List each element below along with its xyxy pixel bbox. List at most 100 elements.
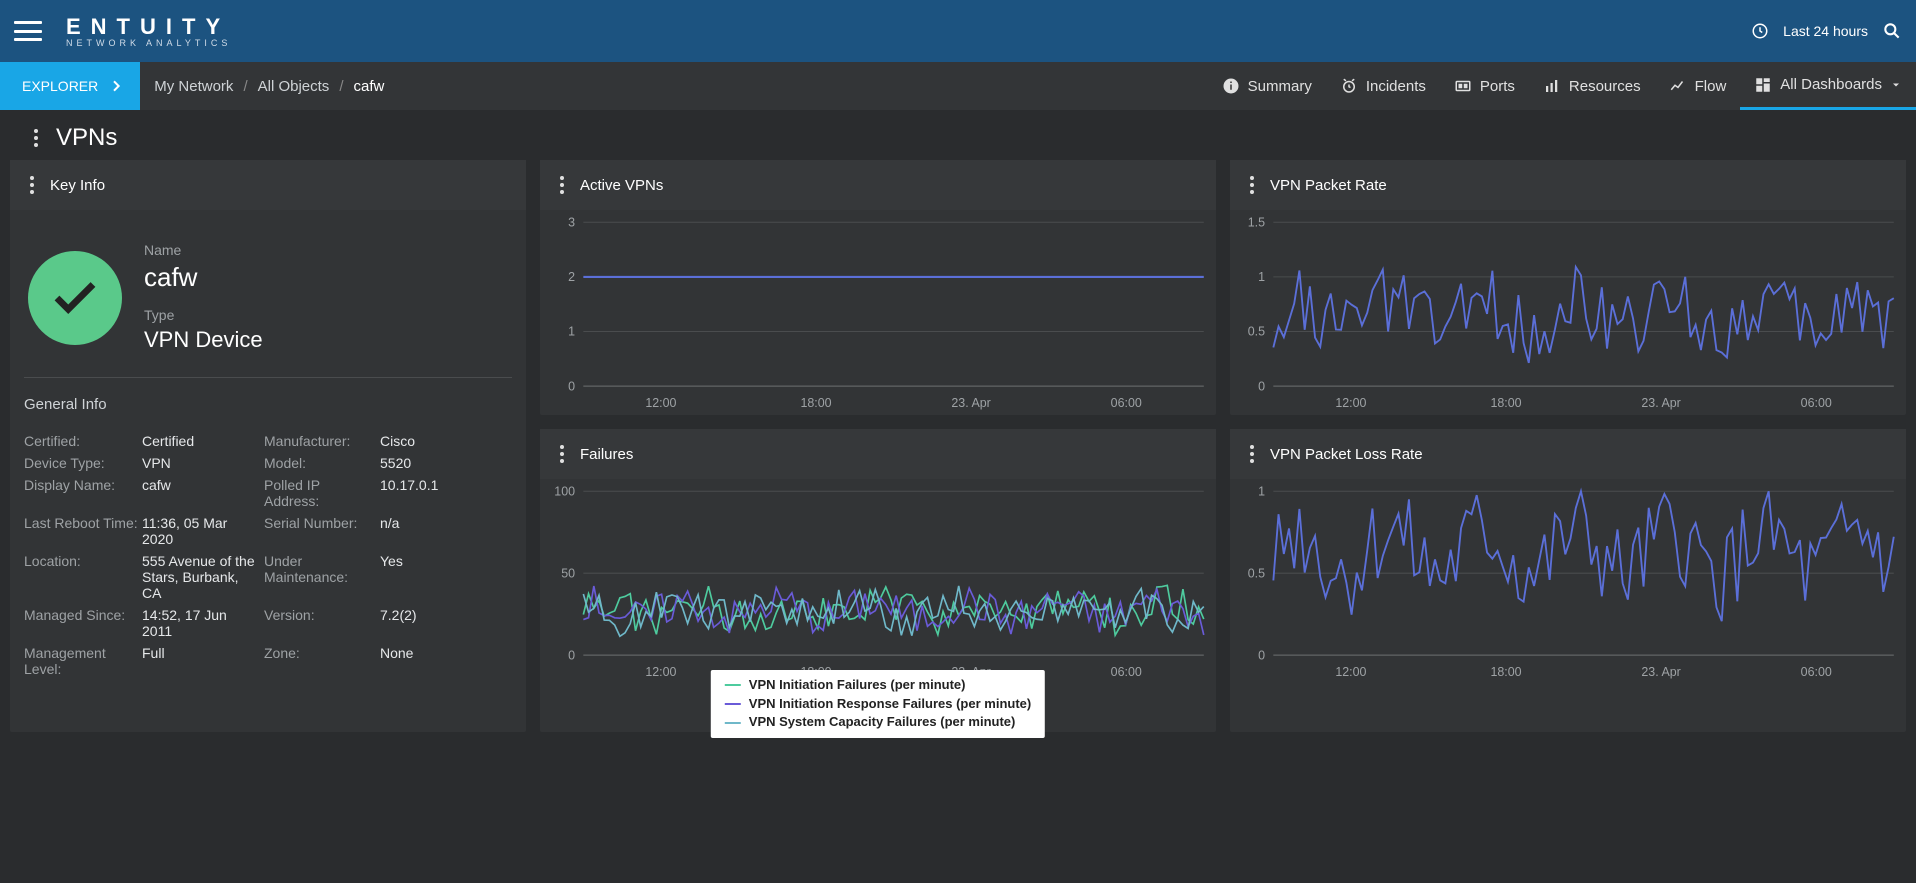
svg-text:18:00: 18:00 <box>1490 665 1521 679</box>
svg-text:23. Apr: 23. Apr <box>1641 396 1680 410</box>
info-key: Zone: <box>264 645 376 677</box>
card-title: VPN Packet Loss Rate <box>1270 446 1423 463</box>
card-menu-icon[interactable] <box>1246 441 1258 467</box>
breadcrumb-separator: / <box>243 78 247 95</box>
svg-text:23. Apr: 23. Apr <box>951 396 990 410</box>
general-info-grid: Certified: Certified Manufacturer: Cisco… <box>24 433 512 677</box>
tab-incidents[interactable]: Incidents <box>1326 62 1440 110</box>
active-vpns-chart: 012312:0018:0023. Apr06:00 <box>540 210 1216 415</box>
info-key: Version: <box>264 607 376 639</box>
info-key: Serial Number: <box>264 515 376 547</box>
page-menu-icon[interactable] <box>30 125 42 151</box>
info-value: 5520 <box>380 455 512 471</box>
status-ok-icon <box>28 251 122 345</box>
tab-label: Resources <box>1569 78 1641 95</box>
key-info-card: Key Info Name cafw Type VPN Device Gener… <box>10 160 526 732</box>
svg-text:06:00: 06:00 <box>1111 665 1142 679</box>
page-title-row: VPNs <box>0 110 1916 160</box>
general-info-heading: General Info <box>24 396 512 413</box>
chevron-right-icon <box>108 78 124 94</box>
info-value: 14:52, 17 Jun 2011 <box>142 607 260 639</box>
failures-card: Failures 05010012:0018:0023. Apr06:00VPN… <box>540 429 1216 732</box>
info-value: Full <box>142 645 260 677</box>
svg-text:0: 0 <box>1258 648 1265 662</box>
type-label: Type <box>144 307 263 323</box>
info-key: Under Maintenance: <box>264 553 376 601</box>
vpn-packet-loss-chart: 00.5112:0018:0023. Apr06:00 <box>1230 479 1906 684</box>
info-value: n/a <box>380 515 512 547</box>
failures-chart: 05010012:0018:0023. Apr06:00VPN Initiati… <box>540 479 1216 732</box>
info-key: Polled IP Address: <box>264 477 376 509</box>
vpn-packet-rate-chart: 00.511.512:0018:0023. Apr06:00 <box>1230 210 1906 415</box>
svg-text:50: 50 <box>561 566 575 580</box>
time-range-selector[interactable]: Last 24 hours <box>1783 23 1868 39</box>
breadcrumb-item[interactable]: All Objects <box>258 78 330 95</box>
svg-text:2: 2 <box>568 270 575 284</box>
svg-text:06:00: 06:00 <box>1801 396 1832 410</box>
dashboard-tabs: Summary Incidents Ports Resources Flow A… <box>1208 62 1916 110</box>
info-value: cafw <box>142 477 260 509</box>
clock-icon <box>1751 22 1769 40</box>
device-type: VPN Device <box>144 327 263 353</box>
tab-label: Incidents <box>1366 78 1426 95</box>
brand-subtitle: NETWORK ANALYTICS <box>66 38 231 48</box>
card-title: Active VPNs <box>580 177 663 194</box>
svg-text:0.5: 0.5 <box>1248 566 1265 580</box>
breadcrumb-item[interactable]: My Network <box>154 78 233 95</box>
sub-navigation: EXPLORER My Network / All Objects / cafw… <box>0 62 1916 110</box>
svg-text:1: 1 <box>568 325 575 339</box>
info-key: Last Reboot Time: <box>24 515 138 547</box>
info-value: 10.17.0.1 <box>380 477 512 509</box>
explorer-button[interactable]: EXPLORER <box>0 62 140 110</box>
card-title: Key Info <box>50 177 105 194</box>
tab-flow[interactable]: Flow <box>1655 62 1741 110</box>
info-key: Device Type: <box>24 455 138 471</box>
explorer-label: EXPLORER <box>22 78 98 94</box>
info-value: Yes <box>380 553 512 601</box>
svg-text:0.5: 0.5 <box>1248 325 1265 339</box>
info-value: 7.2(2) <box>380 607 512 639</box>
svg-text:12:00: 12:00 <box>645 665 676 679</box>
main-content: Key Info Name cafw Type VPN Device Gener… <box>0 160 1916 746</box>
tab-label: Ports <box>1480 78 1515 95</box>
alarm-icon <box>1340 77 1358 95</box>
card-menu-icon[interactable] <box>1246 172 1258 198</box>
device-name: cafw <box>144 262 263 293</box>
svg-text:1.5: 1.5 <box>1248 216 1265 229</box>
tab-all-dashboards[interactable]: All Dashboards <box>1740 62 1916 110</box>
svg-text:3: 3 <box>568 216 575 229</box>
tab-summary[interactable]: Summary <box>1208 62 1326 110</box>
dashboard-icon <box>1754 76 1772 94</box>
breadcrumb-separator: / <box>339 78 343 95</box>
page-title: VPNs <box>56 124 117 152</box>
chevron-down-icon <box>1890 79 1902 91</box>
svg-text:0: 0 <box>1258 379 1265 393</box>
info-value: 11:36, 05 Mar 2020 <box>142 515 260 547</box>
svg-text:06:00: 06:00 <box>1111 396 1142 410</box>
card-title: Failures <box>580 446 633 463</box>
svg-text:100: 100 <box>554 485 575 498</box>
svg-text:0: 0 <box>568 379 575 393</box>
menu-icon[interactable] <box>14 21 42 41</box>
svg-text:18:00: 18:00 <box>800 396 831 410</box>
svg-text:12:00: 12:00 <box>1335 665 1366 679</box>
info-key: Certified: <box>24 433 138 449</box>
name-label: Name <box>144 242 263 258</box>
search-icon[interactable] <box>1882 21 1902 41</box>
card-menu-icon[interactable] <box>556 441 568 467</box>
tab-ports[interactable]: Ports <box>1440 62 1529 110</box>
vpn-packet-loss-card: VPN Packet Loss Rate 00.5112:0018:0023. … <box>1230 429 1906 732</box>
tab-resources[interactable]: Resources <box>1529 62 1655 110</box>
card-menu-icon[interactable] <box>26 172 38 198</box>
active-vpns-card: Active VPNs 012312:0018:0023. Apr06:00 <box>540 160 1216 415</box>
chart-legend: VPN Initiation Failures (per minute)VPN … <box>711 670 1045 739</box>
svg-text:06:00: 06:00 <box>1801 665 1832 679</box>
bar-chart-icon <box>1543 77 1561 95</box>
info-value: Cisco <box>380 433 512 449</box>
card-menu-icon[interactable] <box>556 172 568 198</box>
tab-label: All Dashboards <box>1780 76 1882 93</box>
vpn-packet-rate-card: VPN Packet Rate 00.511.512:0018:0023. Ap… <box>1230 160 1906 415</box>
info-key: Location: <box>24 553 138 601</box>
brand-logo: ENTUITY NETWORK ANALYTICS <box>66 14 231 48</box>
info-key: Management Level: <box>24 645 138 677</box>
